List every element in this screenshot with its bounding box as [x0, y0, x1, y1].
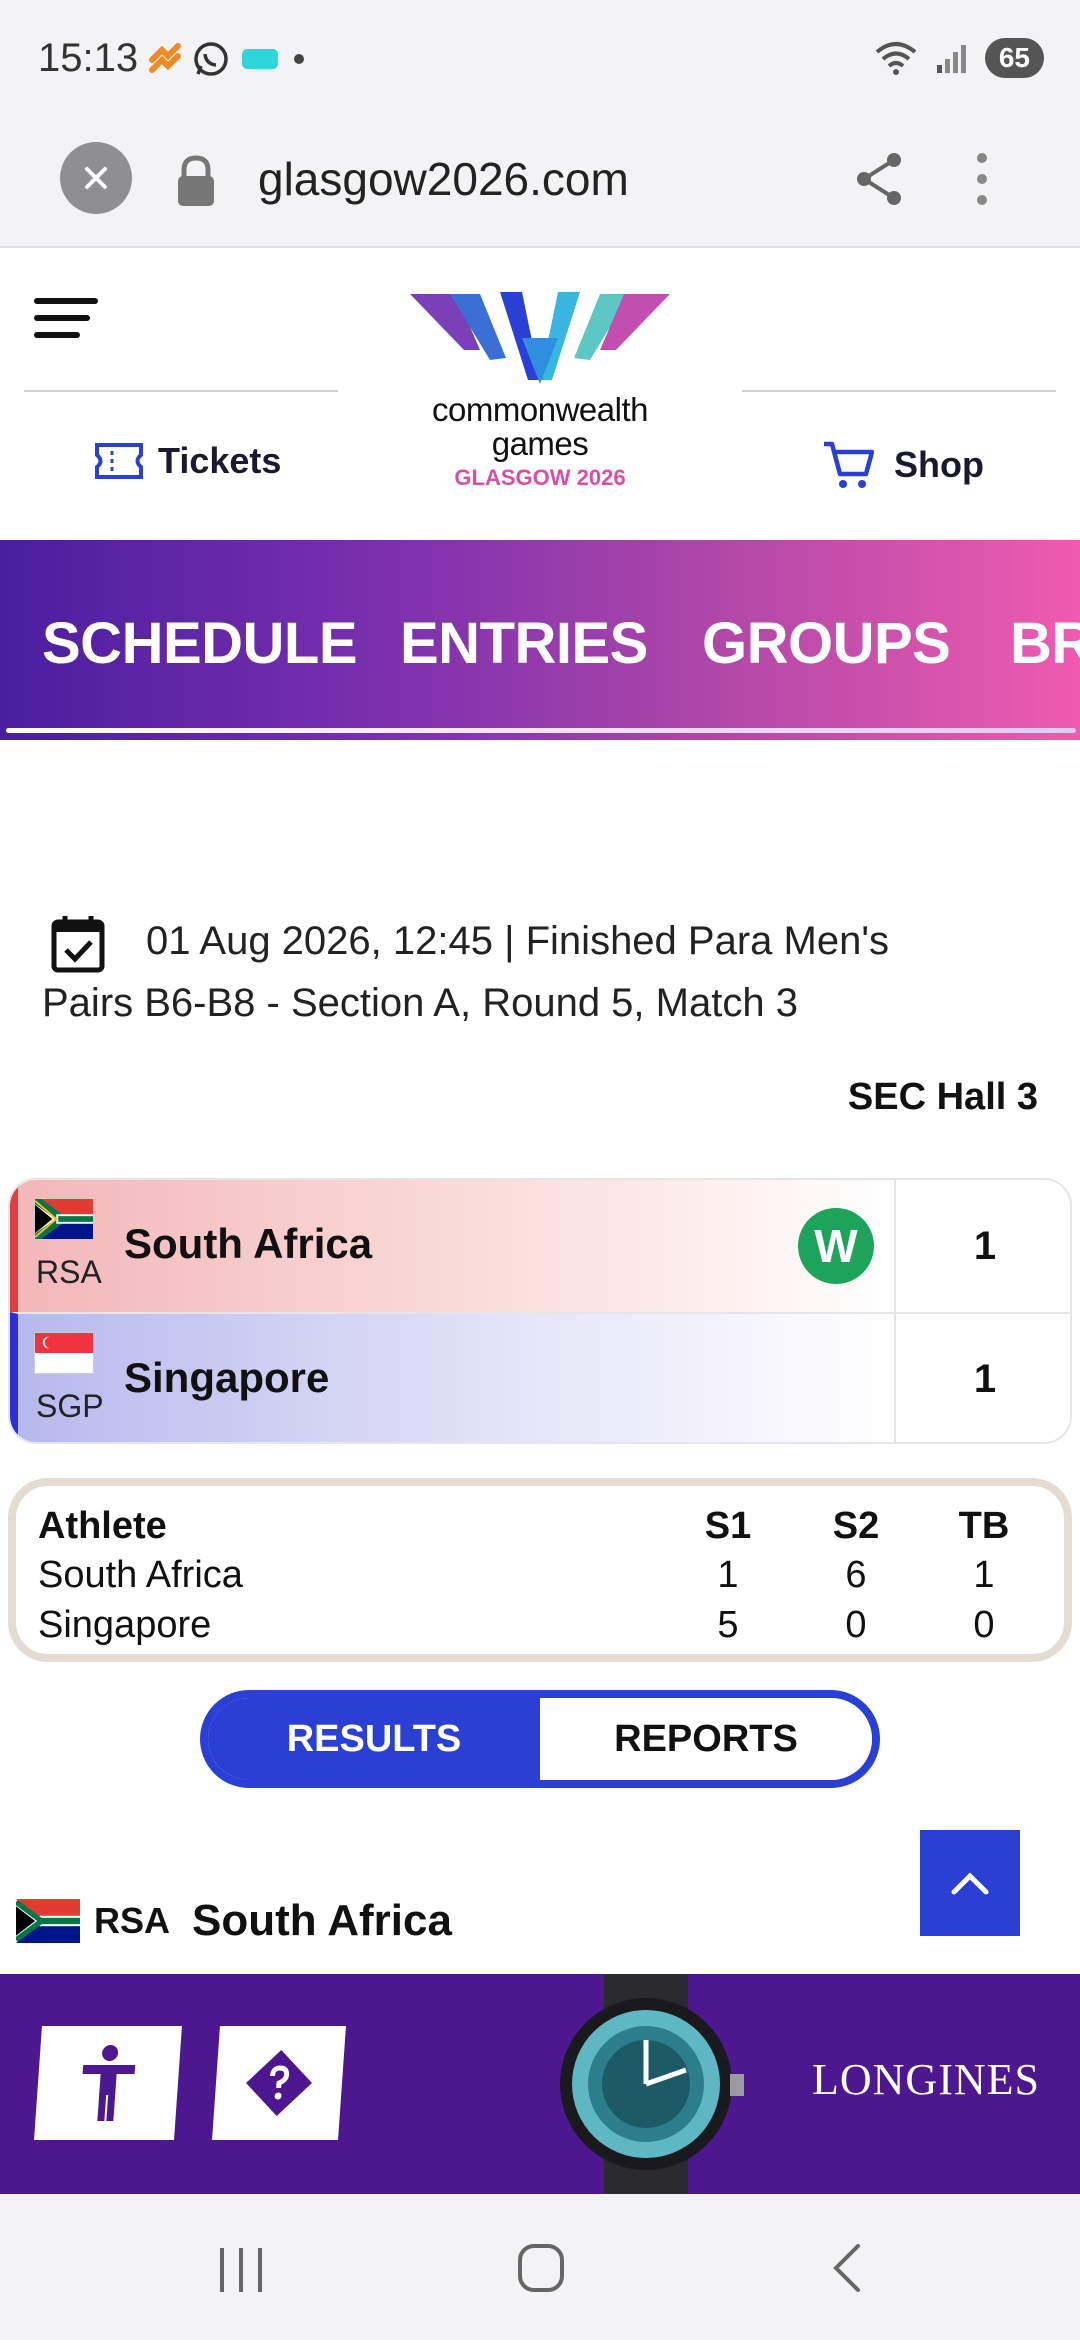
- home-icon[interactable]: [516, 2240, 566, 2296]
- south-africa-flag-icon: [34, 1198, 94, 1240]
- table-cell: Singapore: [38, 1603, 212, 1646]
- sponsor-logo: LONGINES: [812, 2055, 1040, 2104]
- system-nav-bar: [0, 2194, 1080, 2340]
- results-button[interactable]: RESULTS: [208, 1698, 540, 1780]
- close-tab-button[interactable]: [60, 142, 132, 214]
- tab-brackets[interactable]: BR: [1010, 610, 1080, 677]
- south-africa-flag-icon: [16, 1899, 80, 1943]
- team-name: South Africa: [124, 1220, 373, 1267]
- logo-text-glasgow: GLASGOW 2026: [454, 465, 626, 490]
- games-logo[interactable]: commonwealth games GLASGOW 2026: [404, 288, 676, 491]
- watch-image: [560, 1974, 744, 2194]
- help-icon: [245, 2050, 312, 2116]
- accessibility-icon: [82, 2045, 136, 2121]
- results-reports-toggle: RESULTS REPORTS: [200, 1690, 880, 1788]
- app-icon: [242, 49, 278, 69]
- table-row: Singapore 5 0 0: [38, 1600, 1048, 1650]
- menu-icon[interactable]: [34, 298, 98, 349]
- cart-icon: [824, 441, 874, 488]
- table-cell: 1: [717, 1553, 739, 1596]
- reports-button[interactable]: REPORTS: [540, 1698, 872, 1780]
- url-text[interactable]: glasgow2026.com: [258, 152, 629, 206]
- section-team-code: RSA: [94, 1900, 171, 1941]
- match-date-status: 01 Aug 2026, 12:45 | Finished Para Men's: [146, 919, 889, 963]
- team-section-heading: RSA South Africa: [16, 1896, 452, 1946]
- status-time: 15:13: [38, 36, 139, 80]
- table-header-row: Athlete S1 S2 TB: [38, 1502, 1048, 1550]
- notification-icon: [149, 43, 181, 73]
- tab-schedule[interactable]: SCHEDULE: [42, 610, 358, 677]
- logo-mark-icon: [410, 292, 670, 384]
- tickets-link[interactable]: Tickets: [94, 440, 281, 482]
- logo-text-commonwealth: commonwealth: [432, 391, 648, 428]
- sets-table-grid: Athlete S1 S2 TB South Africa 1 6 1 Sing…: [38, 1502, 1048, 1650]
- help-button[interactable]: [212, 2026, 346, 2140]
- status-right: 65: [873, 38, 1044, 78]
- dot-icon: [294, 54, 304, 64]
- back-to-top-button[interactable]: [920, 1830, 1020, 1936]
- singapore-flag-icon: [34, 1332, 94, 1374]
- shop-label: Shop: [894, 444, 984, 485]
- column-header: TB: [958, 1504, 1010, 1547]
- venue-label: SEC Hall 3: [847, 1076, 1038, 1118]
- table-cell: South Africa: [38, 1553, 243, 1596]
- team-code: RSA: [36, 1254, 102, 1290]
- shop-link[interactable]: Shop: [822, 440, 984, 490]
- lock-icon: [178, 155, 214, 206]
- winner-badge: W: [798, 1208, 874, 1284]
- team-code: SGP: [36, 1388, 104, 1424]
- section-team-name: South Africa: [192, 1896, 452, 1945]
- battery-icon: 65: [984, 38, 1044, 78]
- logo-text-games: games: [491, 425, 589, 462]
- table-cell: 6: [845, 1553, 867, 1596]
- ticket-icon: [95, 443, 143, 479]
- section-nav: SCHEDULE ENTRIES GROUPS BR: [0, 540, 1080, 740]
- signal-icon: [936, 45, 966, 73]
- column-header: S2: [832, 1504, 880, 1547]
- column-header: Athlete: [38, 1504, 167, 1547]
- table-cell: 5: [717, 1603, 739, 1646]
- chevron-up-icon: [951, 1872, 989, 1895]
- table-cell: 0: [845, 1603, 867, 1646]
- match-event: Pairs B6-B8 - Section A, Round 5, Match …: [42, 981, 798, 1025]
- share-icon[interactable]: [852, 150, 906, 208]
- table-row: South Africa 1 6 1: [38, 1550, 1048, 1600]
- browser-url-bar: glasgow2026.com: [0, 122, 1080, 248]
- sponsor-banner[interactable]: LONGINES: [0, 1974, 1080, 2194]
- match-details: 01 Aug 2026, 12:45 | Finished Para Men's…: [42, 910, 1052, 1034]
- whatsapp-icon: [194, 42, 228, 76]
- accessibility-button[interactable]: [34, 2026, 182, 2140]
- header-divider-right: [742, 390, 1056, 392]
- tab-groups[interactable]: GROUPS: [702, 610, 951, 677]
- site-header: commonwealth games GLASGOW 2026 Tickets …: [0, 248, 1080, 540]
- notification-icons: [148, 40, 308, 78]
- close-icon: [85, 167, 107, 189]
- team-name: Singapore: [124, 1354, 330, 1401]
- tickets-label: Tickets: [158, 440, 282, 481]
- tab-scroll-indicator: [6, 728, 1076, 733]
- team-score: 1: [894, 1312, 1070, 1442]
- status-bar: 15:13 65: [0, 0, 1080, 122]
- table-cell: 0: [973, 1603, 995, 1646]
- wifi-icon: [875, 42, 917, 75]
- tab-entries[interactable]: ENTRIES: [400, 610, 648, 677]
- back-icon[interactable]: [826, 2240, 866, 2296]
- team-row-sgp[interactable]: SGP Singapore: [10, 1312, 894, 1442]
- scorecard: RSA South Africa W 1 SGP Singapore 1: [8, 1178, 1072, 1444]
- header-divider-left: [24, 390, 338, 392]
- more-options-icon[interactable]: [972, 150, 992, 208]
- recent-apps-icon[interactable]: [216, 2244, 266, 2296]
- team-row-rsa[interactable]: RSA South Africa W: [10, 1180, 894, 1312]
- sets-table: Athlete S1 S2 TB South Africa 1 6 1 Sing…: [8, 1478, 1072, 1662]
- table-cell: 1: [973, 1553, 995, 1596]
- team-score: 1: [894, 1180, 1070, 1312]
- column-header: S1: [704, 1504, 752, 1547]
